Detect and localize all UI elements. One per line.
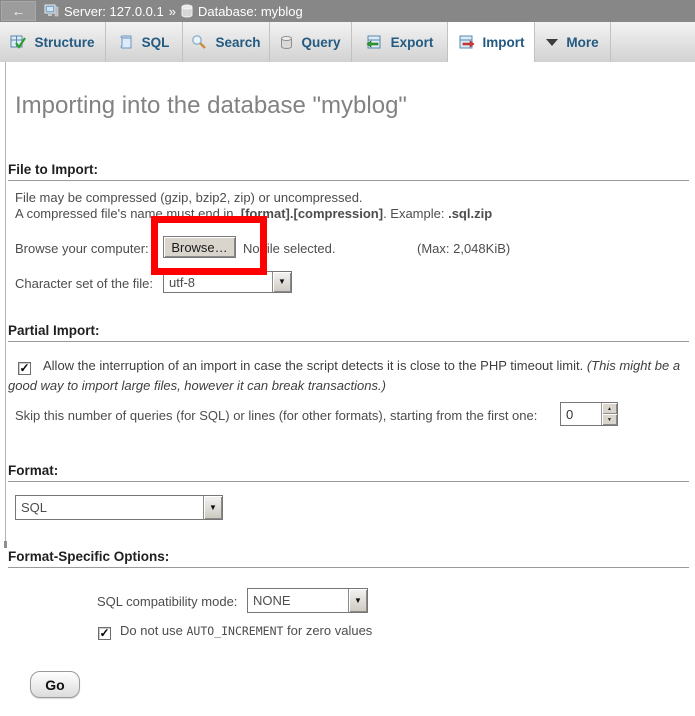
note-text: . Example: — [383, 206, 448, 221]
zero-values-label-prefix: Do not use — [120, 623, 187, 638]
allow-interruption-row: ✓ Allow the interruption of an import in … — [8, 356, 684, 396]
breadcrumb-separator: » — [169, 4, 176, 19]
charset-select[interactable]: utf-8 ▼ — [163, 271, 292, 293]
format-selected-value: SQL — [16, 496, 203, 519]
allow-interruption-label: Allow the interruption of an import in c… — [43, 358, 587, 373]
tab-label: Query — [301, 35, 340, 50]
zero-values-row: ✓ Do not use AUTO_INCREMENT for zero valu… — [98, 623, 372, 640]
spinner-up-icon[interactable]: ▲ — [602, 403, 617, 414]
allow-interruption-checkbox[interactable]: ✓ — [18, 362, 31, 375]
skip-queries-label: Skip this number of queries (for SQL) or… — [15, 408, 537, 423]
server-icon — [44, 4, 59, 18]
frame-divider — [5, 62, 6, 548]
tab-import[interactable]: Import — [448, 22, 535, 62]
max-size-text: (Max: 2,048KiB) — [417, 241, 510, 256]
tab-sql[interactable]: SQL — [106, 22, 183, 62]
zero-values-checkbox[interactable]: ✓ — [98, 627, 111, 640]
note-example: .sql.zip — [448, 206, 492, 221]
dropdown-arrow-icon[interactable]: ▼ — [203, 496, 222, 519]
section-heading-format-specific: Format-Specific Options: — [8, 549, 689, 568]
browse-label: Browse your computer: — [15, 241, 149, 256]
import-icon — [458, 34, 475, 50]
go-button[interactable]: Go — [30, 671, 80, 698]
tab-more[interactable]: More — [535, 22, 611, 62]
search-icon — [191, 34, 207, 50]
spinner-down-icon[interactable]: ▼ — [602, 414, 617, 425]
tab-label: Structure — [34, 35, 94, 50]
dropdown-arrow-icon[interactable]: ▼ — [272, 272, 291, 292]
compression-note-line2: A compressed file's name must end in .[f… — [15, 206, 492, 221]
zero-values-label-suffix: for zero values — [283, 623, 372, 638]
tab-bar: Structure SQL Search Query — [0, 22, 695, 62]
skip-queries-input[interactable]: 0 ▲ ▼ — [560, 402, 618, 426]
sql-icon — [119, 34, 134, 50]
skip-queries-value: 0 — [561, 403, 601, 425]
section-heading-file-to-import: File to Import: — [8, 162, 689, 181]
database-icon — [181, 4, 193, 18]
caret-down-icon — [546, 39, 558, 46]
tab-label: Export — [391, 35, 434, 50]
sql-compatibility-value: NONE — [248, 589, 348, 612]
note-format-pattern: .[format].[compression] — [237, 206, 383, 221]
breadcrumb: Server: 127.0.0.1 » Database: myblog — [44, 4, 303, 19]
note-text: A compressed file's name must end in — [15, 206, 237, 221]
sql-compatibility-label: SQL compatibility mode: — [97, 594, 237, 609]
tab-label: Import — [483, 35, 525, 50]
tab-export[interactable]: Export — [352, 22, 448, 62]
section-heading-format: Format: — [8, 463, 689, 482]
compression-note-line1: File may be compressed (gzip, bzip2, zip… — [15, 190, 363, 205]
format-select[interactable]: SQL ▼ — [15, 495, 223, 520]
structure-icon — [10, 34, 26, 50]
tab-structure[interactable]: Structure — [0, 22, 106, 62]
charset-label: Character set of the file: — [15, 276, 153, 291]
charset-selected-value: utf-8 — [164, 272, 272, 292]
dropdown-arrow-icon[interactable]: ▼ — [348, 589, 367, 612]
tab-query[interactable]: Query — [270, 22, 352, 62]
zero-values-code: AUTO_INCREMENT — [187, 624, 284, 638]
back-button[interactable]: ← — [1, 1, 36, 21]
breadcrumb-database[interactable]: Database: myblog — [198, 4, 303, 19]
page-title: Importing into the database "myblog" — [15, 92, 407, 120]
tab-label: More — [566, 35, 598, 50]
breadcrumb-bar: ← Server: 127.0.0.1 » Database: myblog — [0, 0, 695, 22]
no-file-selected-text: No file selected. — [243, 241, 336, 256]
sql-compatibility-select[interactable]: NONE ▼ — [247, 588, 368, 613]
section-heading-partial-import: Partial Import: — [8, 323, 689, 342]
browse-button[interactable]: Browse… — [163, 236, 236, 258]
phpmyadmin-import-page: ← Server: 127.0.0.1 » Database: myblog — [0, 0, 695, 716]
tab-label: Search — [215, 35, 260, 50]
back-arrow-icon: ← — [12, 4, 26, 18]
breadcrumb-server[interactable]: Server: 127.0.0.1 — [64, 4, 164, 19]
tab-search[interactable]: Search — [183, 22, 270, 62]
query-icon — [280, 35, 293, 50]
tab-label: SQL — [142, 35, 170, 50]
export-icon — [366, 34, 383, 50]
